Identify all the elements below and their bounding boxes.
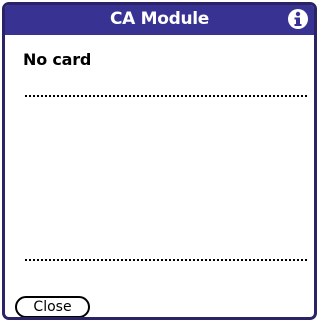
- card-status-text: No card: [23, 50, 92, 69]
- top-dotted-divider: [25, 95, 307, 97]
- info-glyph: [294, 11, 302, 26]
- bottom-dotted-divider: [25, 259, 307, 261]
- close-button[interactable]: Close: [15, 296, 90, 317]
- dialog-title: CA Module: [109, 9, 210, 29]
- ca-module-dialog: CA Module No card Close: [2, 2, 317, 320]
- title-bar: CA Module: [5, 5, 314, 35]
- info-icon[interactable]: [288, 9, 308, 29]
